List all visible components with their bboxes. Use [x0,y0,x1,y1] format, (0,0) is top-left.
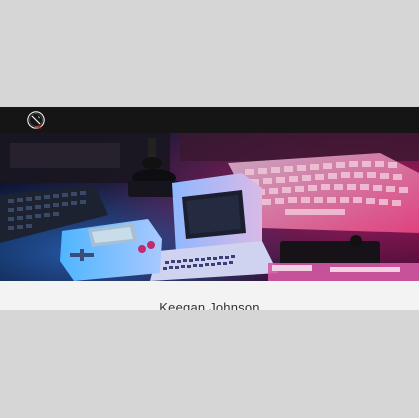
website-frame: home about contact gallery [0,107,419,310]
navbar: home about contact gallery [0,107,419,133]
profile-name: Keegan Johnson [159,300,260,310]
hero-image [0,133,419,281]
circular-logo-icon[interactable] [26,110,46,130]
retro-computers-neon-photo-icon [0,133,419,281]
profile-section: Keegan Johnson [0,281,419,310]
